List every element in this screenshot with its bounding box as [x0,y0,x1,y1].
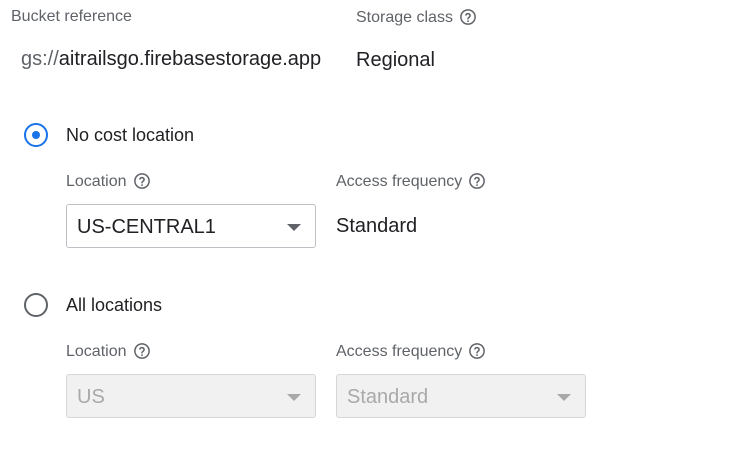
access-frequency-value: Standard [336,215,418,237]
all-locations-location-select-value: US [77,386,105,408]
all-locations-label[interactable]: All locations [66,293,162,317]
all-locations-access-frequency-select-value: Standard [347,386,429,408]
no-cost-location-radio[interactable] [24,123,48,147]
dropdown-arrow-icon [287,224,301,231]
all-locations-radio[interactable] [24,293,48,317]
help-icon[interactable] [133,172,151,190]
help-icon[interactable] [468,342,486,360]
no-cost-access-frequency-label-row: Access frequency [336,172,486,192]
access-frequency-label: Access frequency [336,343,463,360]
storage-class-value: Regional [356,49,435,71]
bucket-reference-prefix: gs:// [21,48,59,70]
dropdown-arrow-icon [287,394,301,401]
help-icon[interactable] [133,342,151,360]
dropdown-arrow-icon [557,394,571,401]
help-icon[interactable] [468,172,486,190]
all-locations-access-frequency-select[interactable]: Standard [336,374,586,418]
location-select-value: US-CENTRAL1 [77,216,216,238]
all-locations-location-label-row: Location [66,342,151,362]
no-cost-location-field-label-row: Location [66,172,151,192]
location-select[interactable]: US-CENTRAL1 [66,204,316,248]
bucket-reference-value: gs://aitrailsgo.firebasestorage.app [21,47,321,71]
storage-class-label: Storage class [356,9,453,26]
bucket-reference-name: aitrailsgo.firebasestorage.app [58,48,322,70]
radio-selected-dot [32,131,40,139]
no-cost-location-label[interactable]: No cost location [66,123,194,147]
location-label: Location [66,173,127,190]
access-frequency-label: Access frequency [336,173,463,190]
bucket-reference-label: Bucket reference [11,8,132,25]
help-icon[interactable] [459,8,477,26]
all-locations-location-select[interactable]: US [66,374,316,418]
location-label: Location [66,343,127,360]
storage-class-label-row: Storage class [356,8,477,28]
all-locations-access-frequency-label-row: Access frequency [336,342,486,362]
